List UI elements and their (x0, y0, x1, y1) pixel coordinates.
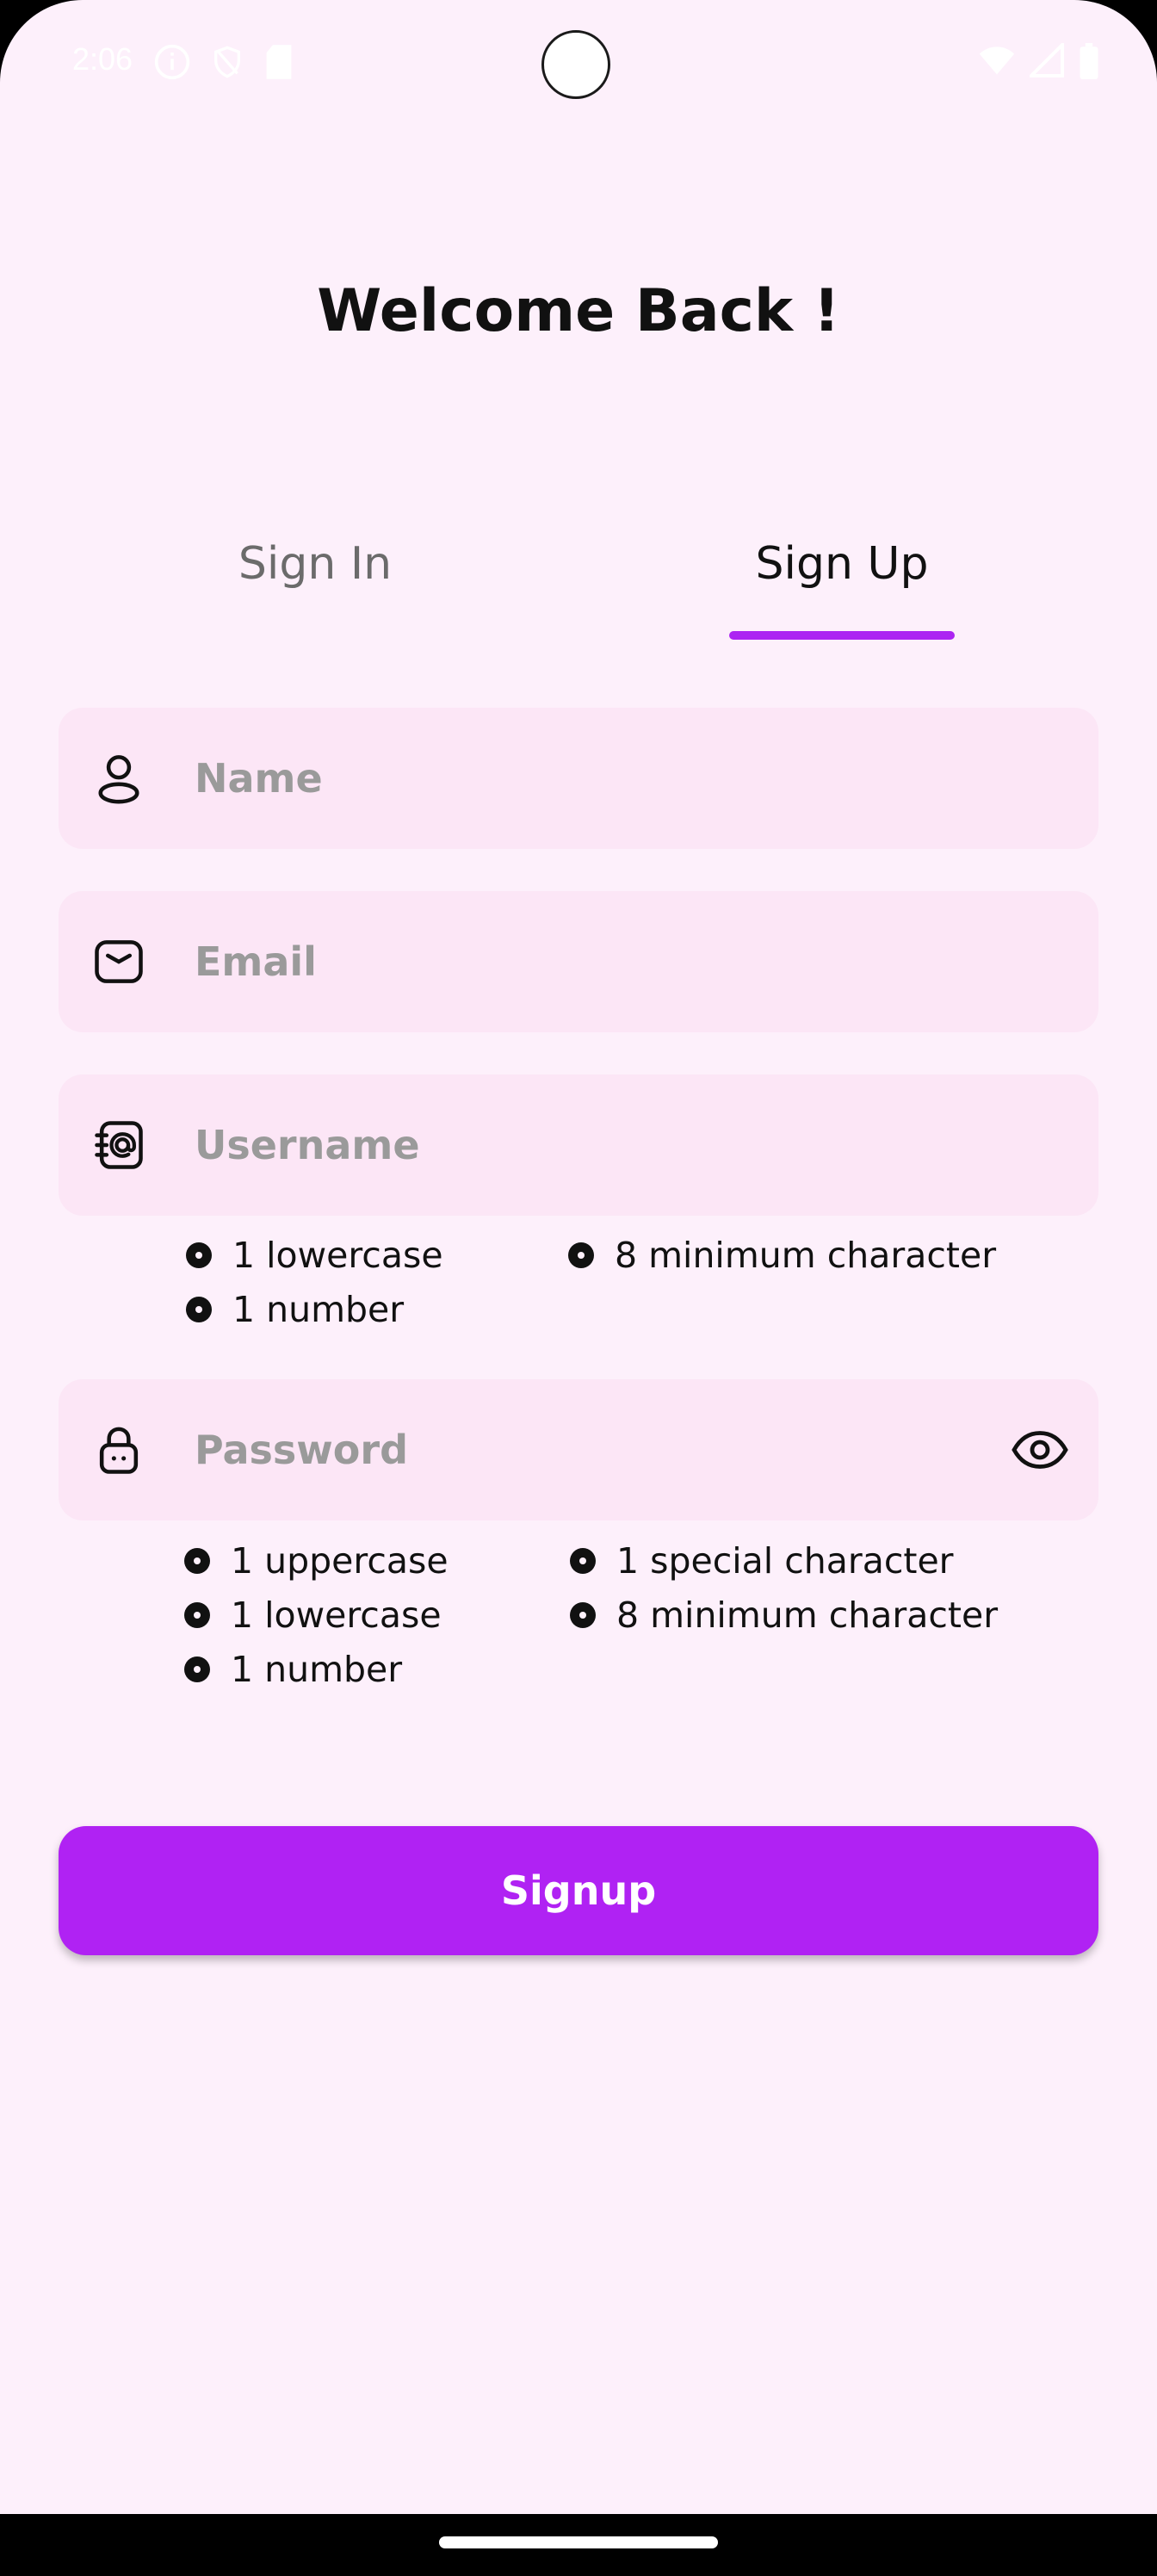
battery-icon (1080, 43, 1098, 79)
status-bar: 2:06 (0, 0, 1157, 129)
password-requirement-item: 1 lowercase (184, 1595, 442, 1636)
bullet-icon (184, 1602, 210, 1628)
app-screen: 2:06 Welcome Back ! Sign In Sign Up Name… (0, 0, 1157, 2576)
requirement-text: 1 special character (616, 1540, 954, 1582)
password-requirement-item: 1 special character (570, 1540, 954, 1582)
at-contact-icon (95, 1121, 143, 1169)
password-field[interactable] (59, 1379, 1098, 1520)
bullet-icon (184, 1656, 210, 1682)
eye-icon[interactable] (1009, 1419, 1071, 1481)
username-requirement-item: 8 minimum character (568, 1235, 996, 1276)
wifi-icon (979, 46, 1015, 75)
name-input[interactable] (193, 708, 995, 849)
home-gesture-handle[interactable] (439, 2536, 718, 2548)
status-icons-left (153, 43, 294, 81)
bullet-icon (570, 1602, 596, 1628)
bullet-icon (186, 1242, 212, 1268)
status-time: 2:06 (72, 41, 133, 77)
username-field[interactable] (59, 1074, 1098, 1216)
requirement-text: 1 number (231, 1649, 403, 1690)
requirement-text: 1 number (232, 1289, 405, 1330)
camera-cutout (541, 30, 610, 99)
username-requirement-item: 1 lowercase (186, 1235, 443, 1276)
info-icon (154, 44, 190, 80)
password-requirement-item: 8 minimum character (570, 1595, 998, 1636)
requirement-text: 1 lowercase (231, 1595, 442, 1636)
tab-sign-up[interactable]: Sign Up (670, 538, 1014, 590)
requirement-text: 1 uppercase (231, 1540, 449, 1582)
password-requirement-item: 1 uppercase (184, 1540, 449, 1582)
lock-icon (99, 1427, 139, 1474)
password-input[interactable] (193, 1379, 995, 1520)
requirement-text: 8 minimum character (615, 1235, 997, 1276)
requirement-text: 8 minimum character (616, 1595, 999, 1636)
name-field[interactable] (59, 708, 1098, 849)
bullet-icon (568, 1242, 594, 1268)
username-requirement-item: 1 number (186, 1289, 404, 1330)
sd-card-icon (266, 45, 292, 79)
mail-icon (95, 940, 143, 983)
password-requirement-item: 1 number (184, 1649, 402, 1690)
signal-icon (1030, 43, 1064, 77)
bullet-icon (186, 1297, 212, 1322)
person-icon (98, 755, 139, 804)
tab-sign-in[interactable]: Sign In (143, 538, 487, 590)
active-tab-indicator (729, 631, 955, 640)
requirement-text: 1 lowercase (232, 1235, 443, 1276)
signup-button[interactable]: Signup (59, 1826, 1098, 1955)
status-icons-right (978, 43, 1100, 79)
bullet-icon (184, 1548, 210, 1574)
email-field[interactable] (59, 891, 1098, 1032)
bullet-icon (570, 1548, 596, 1574)
shield-icon (214, 46, 240, 78)
page-title: Welcome Back ! (317, 277, 840, 345)
username-input[interactable] (193, 1074, 995, 1216)
email-input[interactable] (193, 891, 995, 1032)
